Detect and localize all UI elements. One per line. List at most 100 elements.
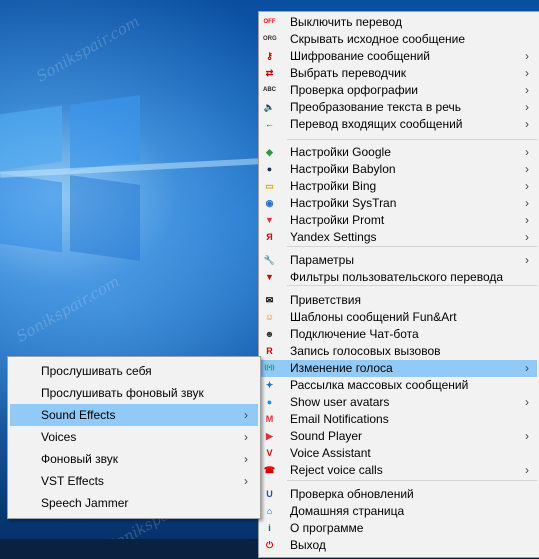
context-menu: OFF Выключить перевод ORG Скрывать исходное… <box>258 11 539 558</box>
menu-separator <box>287 480 537 481</box>
submenu-item-прослушивать-себя[interactable]: Прослушивать себя <box>10 360 258 382</box>
promt-icon: ▼ <box>265 215 274 225</box>
menu-item-настройки-bing[interactable]: ▭ Настройки Bing › <box>261 178 537 195</box>
menu-item-подключение-чат-бота[interactable]: ☻ Подключение Чат-бота <box>261 326 537 343</box>
menu-item-домашняя-страница[interactable]: ⌂ Домашняя страница <box>261 503 537 520</box>
org-icon: ORG <box>263 36 277 42</box>
chevron-right-icon: › <box>525 395 529 409</box>
chevron-right-icon: › <box>244 430 248 444</box>
off-icon: OFF <box>263 19 276 25</box>
watermark: Sonikspair.com <box>13 272 123 346</box>
menu-item-настройки-babylon[interactable]: ● Настройки Babylon › <box>261 161 537 178</box>
menu-item-label: Запись голосовых вызовов <box>290 344 441 358</box>
menu-item-запись-голосовых-вызовов[interactable]: R Запись голосовых вызовов <box>261 343 537 360</box>
menu-item-label: Параметры <box>290 253 354 267</box>
menu-item-выключить-перевод[interactable]: OFF Выключить перевод <box>261 14 537 31</box>
watermark: Sonikspair.com <box>33 12 143 86</box>
submenu-item-speech-jammer[interactable]: Speech Jammer <box>10 492 258 514</box>
submenu-item-label: Speech Jammer <box>41 496 129 510</box>
menu-item-label: Email Notifications <box>290 412 389 426</box>
menu-item-label: Выключить перевод <box>290 15 402 29</box>
chevron-right-icon: › <box>525 253 529 267</box>
arrows-icon: ⇄ <box>265 68 274 78</box>
bot-icon: ☻ <box>264 329 275 339</box>
menu-item-label: Show user avatars <box>290 395 390 409</box>
menu-item-email-notifications[interactable]: M Email Notifications <box>261 411 537 428</box>
menu-item-настройки-google[interactable]: ◆ Настройки Google › <box>261 144 537 161</box>
chevron-right-icon: › <box>525 429 529 443</box>
menu-item-преобразование-текста-в-речь[interactable]: 🔈 Преобразование текста в речь › <box>261 99 537 116</box>
menu-item-настройки-systran[interactable]: ◉ Настройки SysTran › <box>261 195 537 212</box>
babylon-icon: ● <box>266 164 273 174</box>
chevron-right-icon: › <box>525 83 529 97</box>
menu-item-параметры[interactable]: 🔧 Параметры › <box>261 252 537 269</box>
submenu-item-label: VST Effects <box>41 474 104 488</box>
menu-item-выбрать-переводчик[interactable]: ⇄ Выбрать переводчик › <box>261 65 537 82</box>
menu-item-voice-assistant[interactable]: V Voice Assistant <box>261 445 537 462</box>
voice-assistant-icon: V <box>266 448 273 458</box>
envelope-icon: ✉ <box>265 295 274 305</box>
windows-logo-pane <box>70 95 140 171</box>
submenu-item-прослушивать-фоновый-звук[interactable]: Прослушивать фоновый звук <box>10 382 258 404</box>
key-icon: ⚷ <box>266 51 273 61</box>
submenu-item-label: Voices <box>41 430 77 444</box>
menu-item-рассылка-массовых-сообщений[interactable]: ✦ Рассылка массовых сообщений <box>261 377 537 394</box>
menu-item-шифрование-сообщений[interactable]: ⚷ Шифрование сообщений › <box>261 48 537 65</box>
menu-item-приветствия[interactable]: ✉ Приветствия <box>261 292 537 309</box>
chevron-right-icon: › <box>525 213 529 227</box>
menu-item-скрывать-исходное-сообщение[interactable]: ORG Скрывать исходное сообщение <box>261 31 537 48</box>
chevron-right-icon: › <box>525 117 529 131</box>
menu-separator <box>287 246 537 247</box>
menu-item-label: Преобразование текста в речь <box>290 100 461 114</box>
submenu-item-sound-effects[interactable]: Sound Effects › <box>10 404 258 426</box>
chevron-right-icon: › <box>525 100 529 114</box>
menu-item-reject-voice-calls[interactable]: ☎ Reject voice calls › <box>261 462 537 479</box>
windows-logo-pane <box>70 175 140 261</box>
smiley-icon: ☺ <box>264 312 275 322</box>
home-icon: ⌂ <box>266 506 273 516</box>
menu-item-label: Reject voice calls <box>290 463 383 477</box>
info-icon: i <box>268 523 271 533</box>
menu-item-label: Настройки Bing <box>290 179 377 193</box>
broadcast-icon: ✦ <box>265 380 274 390</box>
menu-item-label: Шифрование сообщений <box>290 49 430 63</box>
menu-item-о-программе[interactable]: i О программе <box>261 520 537 537</box>
menu-item-label: Voice Assistant <box>290 446 371 460</box>
menu-item-label: Подключение Чат-бота <box>290 327 419 341</box>
submenu-item-voices[interactable]: Voices › <box>10 426 258 448</box>
menu-item-label: О программе <box>290 521 364 535</box>
windows-logo-pane <box>0 105 62 171</box>
menu-item-sound-player[interactable]: ▶ Sound Player › <box>261 428 537 445</box>
bing-icon: ▭ <box>265 181 274 191</box>
submenu-item-label: Прослушивать фоновый звук <box>41 386 204 400</box>
submenu-item-vst-effects[interactable]: VST Effects › <box>10 470 258 492</box>
menu-item-проверка-орфографии[interactable]: ABC Проверка орфографии › <box>261 82 537 99</box>
chevron-right-icon: › <box>525 179 529 193</box>
menu-item-изменение-голоса[interactable]: ((•)) Изменение голоса › <box>261 360 537 377</box>
menu-item-show-user-avatars[interactable]: ● Show user avatars › <box>261 394 537 411</box>
menu-item-выход[interactable]: ⏻ Выход <box>261 537 537 554</box>
yandex-icon: Я <box>266 232 273 242</box>
filter-icon: ▼ <box>265 272 274 282</box>
menu-item-шаблоны-сообщений-fun-art[interactable]: ☺ Шаблоны сообщений Fun&Art <box>261 309 537 326</box>
menu-item-label: Рассылка массовых сообщений <box>290 378 469 392</box>
menu-item-label: Домашняя страница <box>290 504 405 518</box>
menu-item-label: Yandex Settings <box>290 230 377 244</box>
menu-item-перевод-входящих-сообщений[interactable]: ← Перевод входящих сообщений › <box>261 116 537 133</box>
menu-item-label: Фильтры пользовательского перевода <box>290 270 504 284</box>
chevron-right-icon: › <box>525 145 529 159</box>
voice-change-icon: ((•)) <box>264 365 275 371</box>
menu-item-yandex-settings[interactable]: Я Yandex Settings › <box>261 229 537 246</box>
reject-call-icon: ☎ <box>263 465 276 475</box>
submenu-item-фоновый-звук[interactable]: Фоновый звук › <box>10 448 258 470</box>
windows-logo-pane <box>0 173 62 253</box>
menu-item-фильтры-пользовательского-перевода[interactable]: ▼ Фильтры пользовательского перевода <box>261 269 537 286</box>
wrench-icon: 🔧 <box>263 255 276 265</box>
menu-item-настройки-promt[interactable]: ▼ Настройки Promt › <box>261 212 537 229</box>
chevron-right-icon: › <box>525 196 529 210</box>
menu-item-проверка-обновлений[interactable]: U Проверка обновлений <box>261 486 537 503</box>
menu-item-label: Настройки Promt <box>290 213 385 227</box>
chevron-right-icon: › <box>244 474 248 488</box>
menu-item-label: Перевод входящих сообщений <box>290 117 463 131</box>
menu-item-label: Настройки SysTran <box>290 196 397 210</box>
